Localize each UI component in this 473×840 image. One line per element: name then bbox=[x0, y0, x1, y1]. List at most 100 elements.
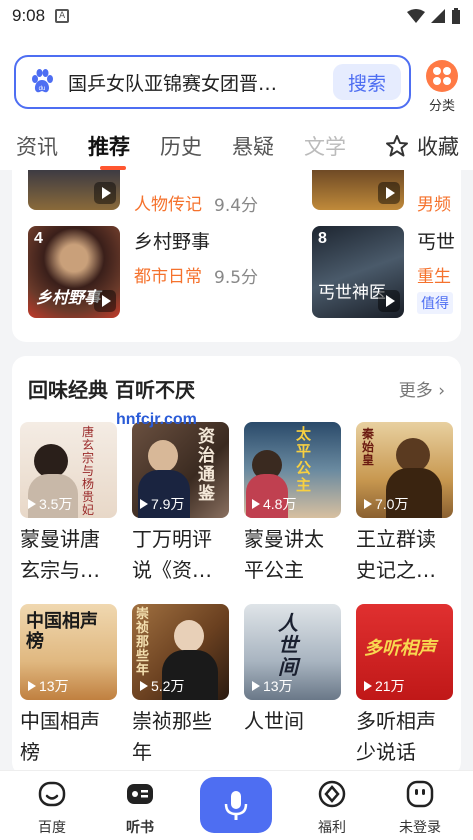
ranking-badge: 值得 bbox=[417, 292, 453, 314]
baidu-home-icon bbox=[38, 781, 66, 807]
book-cover: 多听相声 21万 bbox=[356, 604, 453, 700]
book-cover: 人世间 13万 bbox=[244, 604, 341, 700]
bottom-nav: 百度 听书 福利 未登录 bbox=[0, 770, 473, 840]
search-input[interactable]: 国乒女队亚锦赛女团晋… bbox=[68, 69, 320, 96]
ranking-cover-8[interactable]: 8 丐世神医 bbox=[312, 226, 404, 318]
ranking-cover-top-right[interactable] bbox=[312, 170, 404, 210]
category-button[interactable]: 分类 bbox=[419, 60, 465, 114]
ranking-title[interactable]: 丐世 bbox=[417, 227, 455, 254]
play-icon bbox=[94, 290, 116, 312]
play-icon bbox=[94, 182, 116, 204]
category-label: 分类 bbox=[428, 99, 455, 114]
play-icon bbox=[140, 499, 148, 509]
book-title: 中国相声榜 bbox=[20, 709, 100, 764]
play-icon bbox=[140, 681, 148, 691]
nav-label: 百度 bbox=[38, 820, 66, 836]
ranking-cover-top-left[interactable] bbox=[28, 170, 120, 210]
cover-text: 乡村野事 bbox=[36, 288, 101, 307]
book-item[interactable]: 多听相声 21万 多听相声 少说话 bbox=[356, 604, 453, 768]
tab-mystery[interactable]: 悬疑 bbox=[232, 131, 274, 161]
svg-text:du: du bbox=[39, 86, 46, 92]
book-title: 丁万明评 说《资… bbox=[132, 527, 212, 582]
book-cover: 中国相声榜 13万 bbox=[20, 604, 117, 700]
cover-text: 太平公主 bbox=[296, 425, 312, 494]
book-title: 多听相声 少说话 bbox=[356, 709, 436, 764]
cover-text: 资治通鉴 bbox=[198, 427, 215, 504]
play-icon bbox=[252, 681, 260, 691]
nav-audiobook[interactable]: 听书 bbox=[110, 779, 170, 837]
play-count: 7.9万 bbox=[140, 494, 184, 514]
ranking-score: 9.5分 bbox=[214, 268, 259, 288]
play-icon bbox=[364, 681, 372, 691]
tab-recommend[interactable]: 推荐 bbox=[88, 131, 130, 170]
more-link[interactable]: 更多 › bbox=[399, 376, 445, 401]
nav-baidu[interactable]: 百度 bbox=[22, 779, 82, 837]
book-item[interactable]: 唐玄宗与杨贵妃 3.5万 蒙曼讲唐 玄宗与… bbox=[20, 422, 117, 586]
search-box[interactable]: du 国乒女队亚锦赛女团晋… 搜索 bbox=[14, 55, 411, 109]
book-item[interactable]: 中国相声榜 13万 中国相声榜 bbox=[20, 604, 117, 768]
category-icon bbox=[426, 60, 458, 92]
book-title: 蒙曼讲唐 玄宗与… bbox=[20, 527, 100, 582]
nav-label: 福利 bbox=[318, 820, 346, 836]
favorite-button[interactable]: 收藏 bbox=[385, 126, 459, 166]
header: du 国乒女队亚锦赛女团晋… 搜索 分类 资讯 推荐 历史 悬疑 文学 收藏 bbox=[0, 32, 473, 170]
cover-text: 唐玄宗与杨贵妃 bbox=[82, 425, 95, 517]
status-bar: 9:08 A bbox=[0, 0, 473, 32]
ranking-tag: 都市日常 bbox=[134, 267, 202, 287]
baidu-paw-icon: du bbox=[32, 69, 53, 93]
book-item[interactable]: 太平公主 4.8万 蒙曼讲太 平公主 bbox=[244, 422, 341, 586]
rank-number: 4 bbox=[34, 230, 43, 247]
rank-number: 8 bbox=[318, 230, 327, 247]
book-item[interactable]: 秦始皇 7.0万 王立群读 史记之… bbox=[356, 422, 453, 586]
star-icon bbox=[386, 135, 408, 157]
tab-literature[interactable]: 文学 bbox=[304, 131, 346, 161]
tab-history[interactable]: 历史 bbox=[160, 131, 202, 161]
ranking-tag: 重生 bbox=[417, 267, 451, 287]
book-title: 崇祯那些年 bbox=[132, 709, 212, 764]
notification-icon: A bbox=[55, 9, 70, 23]
classics-card: 回味经典 百听不厌 更多 › 唐玄宗与杨贵妃 3.5万 蒙曼讲唐 玄宗与… 资治通… bbox=[12, 356, 461, 776]
play-icon bbox=[252, 499, 260, 509]
voice-search-button[interactable] bbox=[200, 777, 272, 833]
more-label: 更多 bbox=[398, 381, 433, 401]
play-count: 5.2万 bbox=[140, 676, 184, 696]
ranking-cover-4[interactable]: 4 乡村野事 bbox=[28, 226, 120, 318]
book-item[interactable]: 资治通鉴 7.9万 丁万明评 说《资… bbox=[132, 422, 229, 586]
welfare-icon bbox=[318, 780, 346, 808]
microphone-icon bbox=[224, 791, 248, 820]
play-icon bbox=[378, 182, 400, 204]
nav-profile[interactable]: 未登录 bbox=[390, 779, 450, 837]
book-cover: 太平公主 4.8万 bbox=[244, 422, 341, 518]
battery-icon bbox=[452, 8, 460, 24]
play-count: 3.5万 bbox=[28, 494, 72, 514]
play-count: 4.8万 bbox=[252, 494, 296, 514]
play-icon bbox=[28, 499, 36, 509]
cover-text: 崇祯那些年 bbox=[136, 607, 150, 678]
book-cover: 秦始皇 7.0万 bbox=[356, 422, 453, 518]
book-cover: 崇祯那些年 5.2万 bbox=[132, 604, 229, 700]
search-button[interactable]: 搜索 bbox=[333, 64, 401, 100]
cover-text: 人世间 bbox=[278, 611, 298, 679]
book-item[interactable]: 崇祯那些年 5.2万 崇祯那些年 bbox=[132, 604, 229, 768]
book-item[interactable]: 人世间 13万 人世间 bbox=[244, 604, 341, 737]
play-count: 13万 bbox=[252, 676, 293, 696]
play-icon bbox=[378, 290, 400, 312]
ranking-title[interactable]: 乡村野事 bbox=[134, 227, 210, 254]
cover-text: 丐世神医 bbox=[318, 283, 386, 303]
book-cover: 资治通鉴 7.9万 bbox=[132, 422, 229, 518]
play-count: 21万 bbox=[364, 676, 405, 696]
play-count: 7.0万 bbox=[364, 494, 408, 514]
status-icons bbox=[407, 8, 461, 24]
watermark: hnfcjr.com bbox=[116, 411, 197, 428]
play-icon bbox=[28, 681, 36, 691]
nav-welfare[interactable]: 福利 bbox=[302, 779, 362, 837]
book-title: 蒙曼讲太 平公主 bbox=[244, 527, 324, 582]
wifi-icon bbox=[407, 9, 425, 23]
tab-news[interactable]: 资讯 bbox=[16, 131, 58, 161]
book-title: 人世间 bbox=[244, 709, 304, 733]
ranking-score: 9.4分 bbox=[214, 196, 259, 216]
channel-tabs: 资讯 推荐 历史 悬疑 文学 收藏 bbox=[0, 126, 473, 170]
chevron-right-icon: › bbox=[438, 381, 445, 401]
nav-label: 未登录 bbox=[399, 820, 441, 836]
book-title: 王立群读 史记之… bbox=[356, 527, 436, 582]
